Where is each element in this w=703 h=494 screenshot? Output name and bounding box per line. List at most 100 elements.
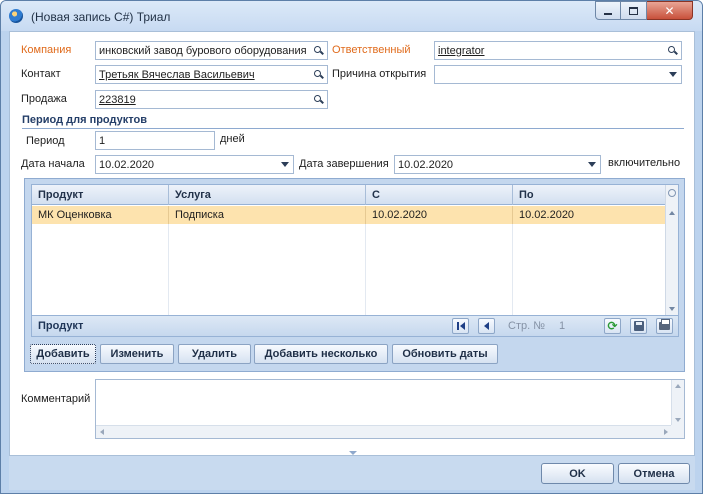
section-divider [22, 128, 684, 129]
first-page-icon [456, 322, 459, 330]
table-row[interactable]: МК Оценковка Подписка 10.02.2020 10.02.2… [32, 206, 666, 224]
start-date-value: 10.02.2020 [99, 159, 155, 171]
contact-lookup-button[interactable] [310, 66, 327, 83]
window-title: (Новая запись C#) Триал [31, 10, 171, 24]
end-date-dropdown[interactable] [583, 156, 600, 173]
dialog-footer: OK Отмена [9, 456, 695, 490]
reason-select[interactable] [434, 65, 682, 84]
magnifier-icon [314, 70, 323, 79]
column-header-service[interactable]: Услуга [169, 185, 366, 205]
column-header-to[interactable]: По [513, 185, 666, 205]
refresh-icon: ⟳ [607, 319, 618, 333]
grid-toolbar: Продукт Стр. № 1 ⟳ [31, 316, 679, 337]
scroll-down-icon[interactable] [669, 307, 675, 311]
form-body: Компания инковский завод бурового оборуд… [9, 31, 695, 456]
period-label: Период [26, 135, 65, 147]
sale-value: 223819 [99, 94, 136, 106]
period-section-title: Период для продуктов [22, 114, 147, 126]
company-value: инковский завод бурового оборудования [99, 45, 307, 57]
save-button[interactable] [630, 318, 647, 334]
cell-to: 10.02.2020 [519, 209, 575, 221]
resize-grip-icon[interactable] [349, 451, 357, 455]
products-grid: Продукт Услуга С По МК Оценковка Подписк… [31, 184, 679, 316]
minimize-button[interactable] [595, 1, 621, 20]
period-unit: дней [220, 133, 245, 145]
column-divider [366, 224, 513, 315]
prev-page-button[interactable] [478, 318, 495, 334]
maximize-icon [629, 6, 638, 15]
column-options-icon[interactable] [668, 189, 676, 197]
title-bar[interactable]: (Новая запись C#) Триал ✕ [1, 1, 702, 31]
column-divider [169, 224, 366, 315]
grid-scrollbar[interactable] [665, 185, 678, 315]
inclusive-label: включительно [608, 157, 681, 169]
maximize-button[interactable] [621, 1, 647, 20]
sale-label: Продажа [21, 93, 67, 105]
scroll-left-icon[interactable] [100, 429, 104, 435]
sale-field[interactable]: 223819 [95, 90, 328, 109]
scroll-up-icon[interactable] [669, 211, 675, 215]
reason-label: Причина открытия [332, 68, 427, 80]
reason-dropdown-button[interactable] [664, 66, 681, 83]
magnifier-icon [668, 46, 677, 55]
page-number: 1 [559, 320, 566, 332]
grid-title: Продукт [38, 320, 84, 332]
scrollbar-corner [671, 425, 684, 438]
responsible-lookup-button[interactable] [664, 42, 681, 59]
sale-lookup-button[interactable] [310, 91, 327, 108]
comment-textarea[interactable] [95, 379, 685, 439]
start-date-label: Дата начала [21, 158, 85, 170]
responsible-label: Ответственный [332, 44, 411, 56]
scroll-right-icon[interactable] [664, 429, 668, 435]
column-header-product[interactable]: Продукт [32, 185, 169, 205]
minimize-icon [604, 12, 612, 15]
grid-empty-area [32, 224, 666, 315]
company-field[interactable]: инковский завод бурового оборудования [95, 41, 328, 60]
first-page-button[interactable] [452, 318, 469, 334]
company-label: Компания [21, 44, 72, 56]
company-lookup-button[interactable] [310, 42, 327, 59]
end-date-picker[interactable]: 10.02.2020 [394, 155, 601, 174]
grid-header: Продукт Услуга С По [32, 185, 666, 205]
chevron-down-icon [587, 162, 596, 167]
cancel-button[interactable]: Отмена [618, 463, 690, 484]
period-input[interactable]: 1 [95, 131, 215, 150]
column-header-from[interactable]: С [366, 185, 513, 205]
comment-vertical-scrollbar[interactable] [671, 380, 684, 426]
delete-button[interactable]: Удалить [178, 344, 251, 364]
printer-icon [659, 319, 670, 330]
scroll-up-icon[interactable] [675, 384, 681, 388]
comment-horizontal-scrollbar[interactable] [96, 425, 672, 438]
scroll-down-icon[interactable] [675, 418, 681, 422]
add-multiple-button[interactable]: Добавить несколько [254, 344, 388, 364]
responsible-field[interactable]: integrator [434, 41, 682, 60]
close-icon: ✕ [664, 3, 675, 18]
globe-icon [9, 9, 23, 23]
close-button[interactable]: ✕ [647, 1, 693, 20]
cell-from: 10.02.2020 [366, 206, 513, 224]
period-value: 1 [99, 135, 106, 147]
comment-label: Комментарий [21, 393, 91, 405]
responsible-value: integrator [438, 45, 485, 57]
end-date-label: Дата завершения [299, 158, 389, 170]
start-date-picker[interactable]: 10.02.2020 [95, 155, 294, 174]
chevron-left-icon [484, 322, 489, 330]
start-date-dropdown[interactable] [276, 156, 293, 173]
cell-product: МК Оценковка [32, 206, 169, 224]
chevron-down-icon [668, 72, 677, 77]
edit-button[interactable]: Изменить [100, 344, 174, 364]
cell-service: Подписка [169, 206, 366, 224]
ok-button[interactable]: OK [541, 463, 614, 484]
magnifier-icon [314, 46, 323, 55]
save-icon [633, 321, 644, 331]
dialog-window: (Новая запись C#) Триал ✕ Компания инков… [0, 0, 703, 494]
refresh-button[interactable]: ⟳ [604, 318, 621, 334]
end-date-value: 10.02.2020 [398, 159, 454, 171]
contact-field[interactable]: Третьяк Вячеслав Васильевич [95, 65, 328, 84]
contact-label: Контакт [21, 68, 61, 80]
column-divider [32, 224, 169, 315]
add-button[interactable]: Добавить [30, 344, 96, 364]
update-dates-button[interactable]: Обновить даты [392, 344, 498, 364]
chevron-left-icon [459, 322, 465, 330]
print-button[interactable] [656, 318, 673, 334]
